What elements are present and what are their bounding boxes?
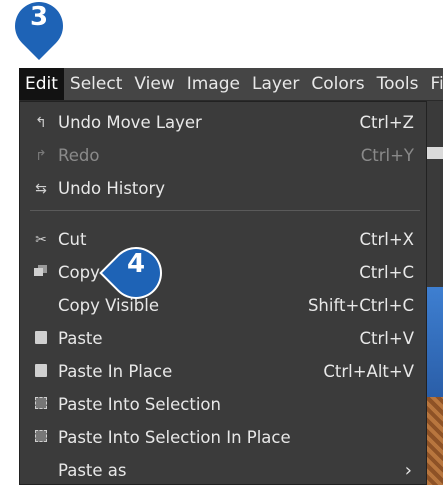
menu-item-label: Paste Into Selection [58, 395, 221, 414]
edit-menu-dropdown: ↰ Undo Move Layer Ctrl+Z ↱ Redo Ctrl+Y ⇆… [19, 101, 427, 485]
menu-edit[interactable]: Edit [19, 68, 64, 100]
menu-item-redo: ↱ Redo Ctrl+Y [20, 139, 426, 172]
menu-colors[interactable]: Colors [305, 68, 370, 100]
menu-item-shortcut: Ctrl+Y [360, 146, 414, 165]
menu-item-shortcut: Ctrl+C [359, 263, 414, 282]
menu-item-shortcut: Shift+Ctrl+C [307, 296, 414, 315]
menu-item-label: Redo [58, 146, 100, 165]
menu-item-paste-into-selection[interactable]: Paste Into Selection [20, 388, 426, 421]
menu-select[interactable]: Select [64, 68, 128, 100]
menu-item-undo-history[interactable]: ⇆ Undo History [20, 172, 426, 205]
menu-separator [30, 210, 420, 211]
paste-in-place-icon [30, 363, 52, 380]
scissors-icon: ✂ [35, 231, 47, 248]
menu-filters[interactable]: Filt [425, 68, 443, 100]
menu-item-paste[interactable]: Paste Ctrl+V [20, 322, 426, 355]
step-4-badge: 4 [102, 239, 170, 307]
step-3-badge: 3 [5, 0, 73, 60]
paste-into-selection-in-place-icon [30, 429, 52, 446]
menu-item-copy[interactable]: Copy Ctrl+C [20, 256, 426, 289]
paste-into-selection-icon [30, 396, 52, 413]
menu-item-cut[interactable]: ✂ Cut Ctrl+X [20, 223, 426, 256]
ruler [427, 147, 443, 159]
step-4-number: 4 [126, 249, 146, 279]
menu-item-shortcut: Ctrl+X [359, 230, 415, 249]
menu-item-shortcut: Ctrl+Alt+V [323, 362, 414, 381]
undo-history-icon: ⇆ [35, 180, 47, 197]
menu-item-label: Paste as [58, 461, 127, 480]
copy-icon [30, 264, 52, 281]
canvas-image-rock [427, 397, 443, 485]
menu-item-paste-into-selection-in-place[interactable]: Paste Into Selection In Place [20, 421, 426, 454]
menu-item-label: Copy Visible [58, 296, 159, 315]
menu-item-label: Paste Into Selection In Place [58, 428, 291, 447]
menu-image[interactable]: Image [181, 68, 246, 100]
paste-icon [30, 330, 52, 347]
menu-item-undo-move-layer[interactable]: ↰ Undo Move Layer Ctrl+Z [20, 106, 426, 139]
submenu-arrow-icon: › [404, 460, 412, 481]
menu-layer[interactable]: Layer [246, 68, 305, 100]
menu-bar: Edit Select View Image Layer Colors Tool… [19, 68, 443, 101]
menu-item-paste-as[interactable]: Paste as › [20, 454, 426, 487]
menu-item-label: Undo Move Layer [58, 113, 202, 132]
menu-item-label: Cut [58, 230, 87, 249]
canvas-image-sky [427, 287, 443, 397]
menu-view[interactable]: View [128, 68, 180, 100]
menu-item-shortcut: Ctrl+V [359, 329, 414, 348]
redo-icon: ↱ [35, 147, 47, 164]
menu-item-label: Undo History [58, 179, 166, 198]
undo-icon: ↰ [35, 114, 47, 131]
menu-tools[interactable]: Tools [371, 68, 425, 100]
menu-item-label: Paste In Place [58, 362, 173, 381]
menu-item-shortcut: Ctrl+Z [359, 113, 415, 132]
menu-item-label: Paste [58, 329, 103, 348]
menu-item-paste-in-place[interactable]: Paste In Place Ctrl+Alt+V [20, 355, 426, 388]
canvas-background [427, 101, 443, 485]
step-3-number: 3 [29, 2, 49, 33]
menu-item-copy-visible[interactable]: Copy Visible Shift+Ctrl+C [20, 289, 426, 322]
